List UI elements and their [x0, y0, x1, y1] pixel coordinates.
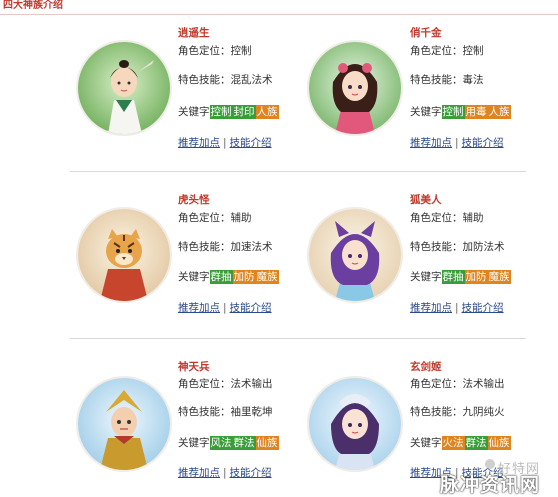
keyword-tag: 群法	[464, 436, 488, 450]
keyword-label: 关键字	[410, 106, 442, 118]
skill-label: 特色技能：混乱法术	[178, 74, 273, 86]
skill-intro-link[interactable]: 技能介绍	[230, 137, 272, 149]
keyword-tag: 群法	[232, 436, 256, 450]
keyword-tag: 仙族	[487, 436, 511, 450]
keyword-tag: 人族	[487, 105, 511, 119]
role-label: 角色定位：辅助	[178, 212, 252, 224]
card-links: 推荐加点 | 技能介绍	[178, 301, 272, 315]
character-name: 俏千金	[410, 27, 442, 39]
skill-intro-link[interactable]: 技能介绍	[462, 137, 504, 149]
keyword-row: 关键字控制 用毒 人族	[410, 105, 511, 119]
card-links: 推荐加点 | 技能介绍	[178, 466, 272, 480]
link-separator: |	[223, 302, 227, 314]
keyword-label: 关键字	[410, 271, 442, 283]
keyword-row: 关键字群抽 加防 魔族	[178, 270, 279, 284]
keyword-tag: 魔族	[487, 270, 511, 284]
link-separator: |	[455, 137, 459, 149]
character-portrait-icon	[78, 209, 170, 301]
skill-intro-link[interactable]: 技能介绍	[230, 467, 272, 479]
role-label: 角色定位：控制	[178, 45, 252, 57]
keyword-label: 关键字	[178, 106, 210, 118]
recommended-points-link[interactable]: 推荐加点	[410, 302, 452, 314]
character-avatar[interactable]	[78, 209, 170, 301]
watermark-big-text: 脉冲资讯网	[440, 474, 541, 496]
link-separator: |	[455, 302, 459, 314]
keyword-row: 关键字风法 群法 仙族	[178, 436, 279, 450]
role-label: 角色定位：法术输出	[410, 378, 505, 390]
character-name: 虎头怪	[178, 194, 210, 206]
recommended-points-link[interactable]: 推荐加点	[410, 137, 452, 149]
keyword-tag: 控制	[441, 105, 465, 119]
row-divider	[70, 338, 526, 339]
character-portrait-icon	[309, 209, 401, 301]
keyword-tag: 群抽	[209, 270, 233, 284]
character-name: 狐美人	[410, 194, 442, 206]
character-name: 神天兵	[178, 361, 210, 373]
skill-intro-link[interactable]: 技能介绍	[462, 302, 504, 314]
skill-label: 特色技能：加速法术	[178, 241, 273, 253]
keyword-tag: 控制	[209, 105, 233, 119]
character-avatar[interactable]	[309, 209, 401, 301]
character-avatar[interactable]	[78, 42, 170, 134]
keyword-label: 关键字	[410, 437, 442, 449]
skill-intro-link[interactable]: 技能介绍	[230, 302, 272, 314]
character-avatar[interactable]	[309, 42, 401, 134]
keyword-row: 关键字群抽 加防 魔族	[410, 270, 511, 284]
character-portrait-icon	[78, 378, 170, 470]
card-links: 推荐加点 | 技能介绍	[410, 136, 504, 150]
keyword-tag: 加防	[464, 270, 488, 284]
character-portrait-icon	[78, 42, 170, 134]
recommended-points-link[interactable]: 推荐加点	[178, 467, 220, 479]
watermark: 好特网 脉冲资讯网	[440, 456, 558, 496]
role-label: 角色定位：法术输出	[178, 378, 273, 390]
keyword-tag: 人族	[255, 105, 279, 119]
keyword-label: 关键字	[178, 437, 210, 449]
character-portrait-icon	[309, 378, 401, 470]
character-name: 玄剑姬	[410, 361, 442, 373]
keyword-tag: 火法	[441, 436, 465, 450]
role-label: 角色定位：控制	[410, 45, 484, 57]
character-name: 逍遥生	[178, 27, 210, 39]
recommended-points-link[interactable]: 推荐加点	[178, 302, 220, 314]
link-separator: |	[223, 467, 227, 479]
keyword-tag: 魔族	[255, 270, 279, 284]
keyword-tag: 群抽	[441, 270, 465, 284]
role-label: 角色定位：辅助	[410, 212, 484, 224]
section-title: 四大神族介绍	[3, 0, 63, 11]
watermark-logo-icon	[485, 459, 495, 469]
keyword-tag: 仙族	[255, 436, 279, 450]
character-portrait-icon	[309, 42, 401, 134]
skill-label: 特色技能：加防法术	[410, 241, 505, 253]
section-header: 四大神族介绍	[0, 0, 558, 15]
keyword-row: 关键字火法 群法 仙族	[410, 436, 511, 450]
card-links: 推荐加点 | 技能介绍	[178, 136, 272, 150]
skill-label: 特色技能：九阴纯火	[410, 406, 505, 418]
recommended-points-link[interactable]: 推荐加点	[178, 137, 220, 149]
keyword-tag: 用毒	[464, 105, 488, 119]
keyword-tag: 风法	[209, 436, 233, 450]
card-links: 推荐加点 | 技能介绍	[410, 301, 504, 315]
keyword-tag: 封印	[232, 105, 256, 119]
link-separator: |	[223, 137, 227, 149]
keyword-row: 关键字控制 封印 人族	[178, 105, 279, 119]
keyword-label: 关键字	[178, 271, 210, 283]
skill-label: 特色技能：毒法	[410, 74, 484, 86]
row-divider	[70, 171, 526, 172]
character-avatar[interactable]	[309, 378, 401, 470]
keyword-tag: 加防	[232, 270, 256, 284]
character-avatar[interactable]	[78, 378, 170, 470]
skill-label: 特色技能：袖里乾坤	[178, 406, 273, 418]
